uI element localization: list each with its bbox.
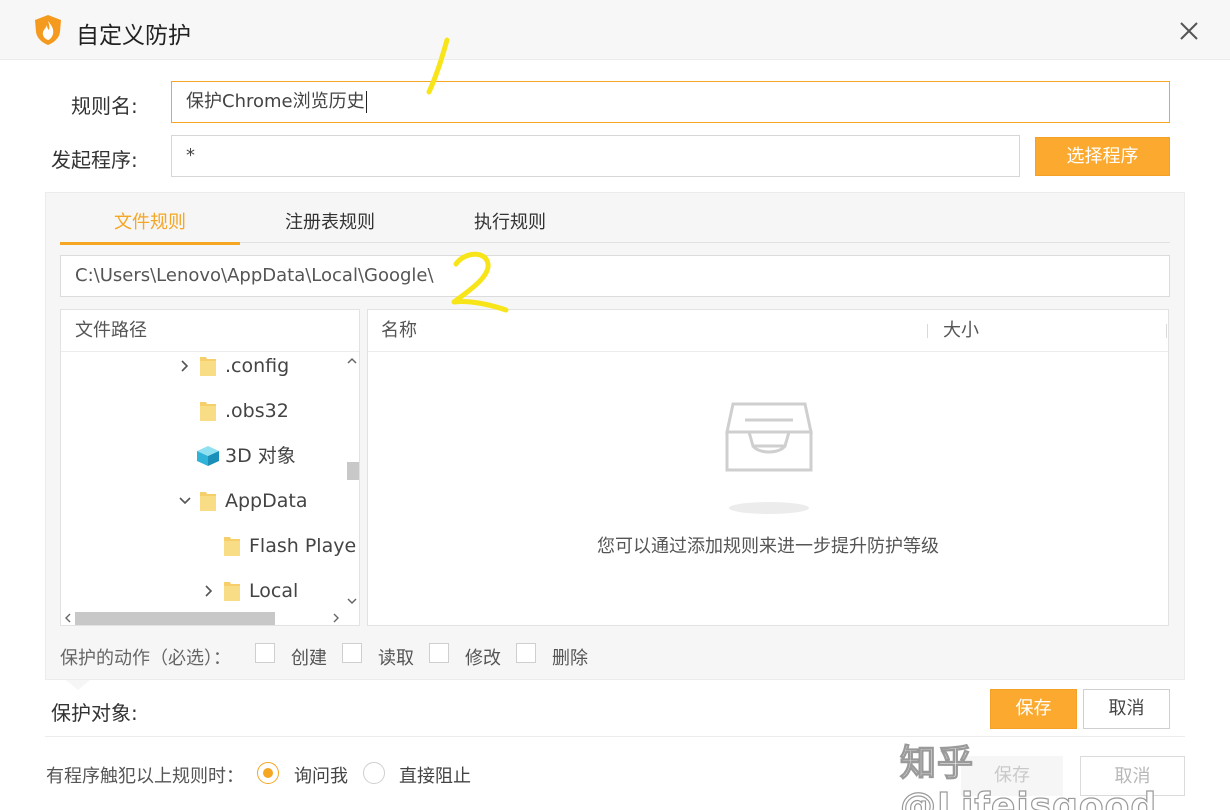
column-name-header[interactable]: 名称 [381,310,417,352]
launcher-input[interactable]: * [171,135,1020,177]
folder-icon [224,582,240,601]
checkbox-modify[interactable] [429,643,449,663]
radio-block-directly[interactable] [363,762,385,784]
tree-item-label: .config [225,355,290,377]
tree-horizontal-scroll-thumb[interactable] [75,612,275,625]
column-size-header[interactable]: 大小 [943,310,979,352]
window-title: 自定义防护 [76,23,191,49]
tab-registry-rules[interactable]: 注册表规则 [240,208,420,244]
checkbox-read[interactable] [342,643,362,663]
annotation-1 [426,37,450,95]
shield-flame-logo-icon [35,15,61,45]
tree-item-label: 3D 对象 [225,445,296,467]
launcher-label: 发起程序: [51,148,138,172]
chevron-right-icon[interactable] [201,576,217,606]
checkbox-read-label[interactable]: 读取 [378,644,414,670]
title-bar: 自定义防护 [0,0,1230,60]
path-input[interactable]: C:\Users\Lenovo\AppData\Local\Google\ [60,255,1170,297]
folder-icon [200,402,216,421]
cancel-button[interactable]: 取消 [1083,689,1170,729]
file-tree: 文件路径 .config .obs32 3D 对象 AppData Flash … [60,309,360,626]
tree-item-label: Flash Playe [249,535,357,557]
column-separator[interactable] [927,324,928,338]
checkbox-create[interactable] [255,643,275,663]
tree-item-label: Local [249,580,299,602]
tree-item-label: .obs32 [225,400,289,422]
checkbox-modify-label[interactable]: 修改 [465,644,501,670]
empty-tray-icon [725,402,813,514]
scroll-left-icon[interactable] [61,610,75,626]
folder-icon [200,357,216,376]
radio-block-directly-label[interactable]: 直接阻止 [399,762,471,788]
scroll-right-icon[interactable] [329,610,343,626]
folder-icon [200,492,216,511]
tab-file-rules[interactable]: 文件规则 [60,208,240,244]
text-caret [365,91,367,113]
tree-vertical-scrollbar[interactable] [343,352,360,610]
launcher-value: * [186,145,195,166]
column-separator[interactable] [1166,324,1167,338]
file-list: 名称 大小 您可以通过添加规则来进一步提升防护等级 [367,309,1169,626]
annotation-2 [451,251,509,313]
radio-ask-me-label[interactable]: 询问我 [294,762,348,788]
empty-message: 您可以通过添加规则来进一步提升防护等级 [597,536,939,557]
tree-scroll-thumb[interactable] [347,462,359,480]
3d-objects-icon [197,446,219,466]
rule-name-input[interactable]: 保护Chrome浏览历史 [171,81,1170,123]
radio-ask-me[interactable] [257,762,279,784]
violation-label: 有程序触犯以上规则时： [46,766,244,787]
section-pointer [66,680,90,690]
save-button[interactable]: 保存 [990,689,1077,729]
chevron-down-icon[interactable] [177,486,193,516]
rule-name-value: 保护Chrome浏览历史 [186,91,365,112]
folder-icon [224,537,240,556]
tab-execution-rules[interactable]: 执行规则 [420,208,600,244]
close-icon[interactable] [1172,14,1206,48]
tree-item-label: AppData [225,490,308,512]
select-program-button[interactable]: 选择程序 [1035,137,1170,176]
actions-label: 保护的动作（必选）： [60,648,231,669]
tree-header: 文件路径 [61,310,359,352]
watermark: 知乎 @Lifeisgood [899,742,1158,810]
rule-name-label: 规则名: [71,94,138,118]
active-tab-indicator [60,242,240,245]
protect-target-label: 保护对象: [51,701,138,725]
checkbox-delete-label[interactable]: 删除 [552,644,588,670]
checkbox-delete[interactable] [516,643,536,663]
chevron-right-icon[interactable] [177,351,193,381]
checkbox-create-label[interactable]: 创建 [291,644,327,670]
